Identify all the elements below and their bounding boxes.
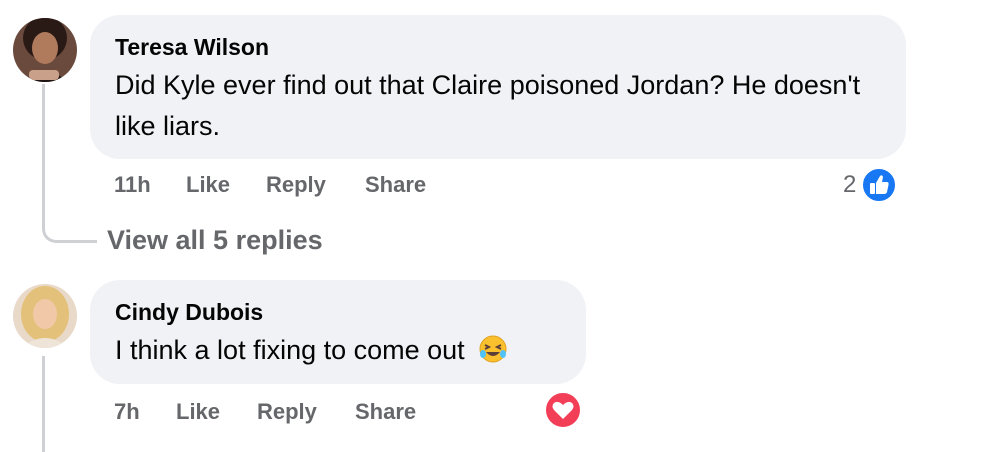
reply-button[interactable]: Reply <box>266 172 326 198</box>
comment-timestamp[interactable]: 11h <box>114 172 151 198</box>
thread-line <box>42 84 45 224</box>
comment-author[interactable]: Teresa Wilson <box>115 34 269 61</box>
comment-author[interactable]: Cindy Dubois <box>115 299 263 326</box>
view-replies-link[interactable]: View all 5 replies <box>107 225 323 256</box>
comment: Cindy Dubois I think a lot fixing to com… <box>0 270 988 452</box>
avatar[interactable] <box>13 284 77 348</box>
comment-bubble: Cindy Dubois I think a lot fixing to com… <box>90 280 586 384</box>
avatar[interactable] <box>13 18 77 82</box>
comment-text: I think a lot fixing to come out <box>115 330 508 371</box>
laughing-emoji-icon <box>478 334 508 364</box>
love-icon[interactable] <box>544 391 582 429</box>
reaction-count[interactable]: 2 <box>843 171 856 199</box>
like-button[interactable]: Like <box>176 399 220 425</box>
comment-text-content: I think a lot fixing to come out <box>115 335 465 365</box>
comment: Teresa Wilson Did Kyle ever find out tha… <box>0 0 988 260</box>
like-icon[interactable] <box>861 167 897 203</box>
thread-line <box>42 356 45 452</box>
comment-bubble: Teresa Wilson Did Kyle ever find out tha… <box>90 15 906 159</box>
like-button[interactable]: Like <box>186 172 230 198</box>
reply-button[interactable]: Reply <box>257 399 317 425</box>
share-button[interactable]: Share <box>365 172 426 198</box>
comment-text: Did Kyle ever find out that Claire poiso… <box>115 70 861 141</box>
thread-connector <box>42 210 97 243</box>
comment-timestamp[interactable]: 7h <box>114 399 140 425</box>
share-button[interactable]: Share <box>355 399 416 425</box>
